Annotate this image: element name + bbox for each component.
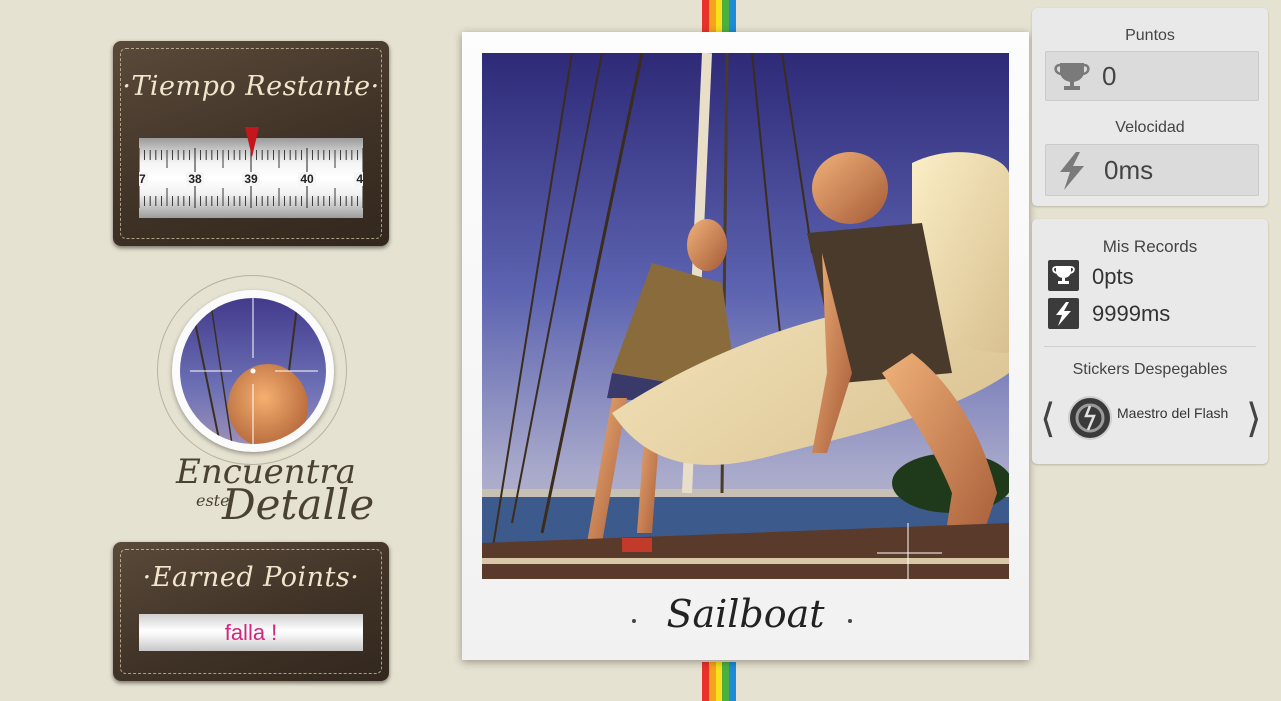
speed-box: 0ms [1045,144,1259,196]
earned-points-title: ·Earned Points· [142,562,360,593]
records-card: Mis Records 0pts 9999ms Stickers Despega… [1032,219,1268,464]
game-photo[interactable] [482,53,1009,579]
ruler-label: 38 [188,172,202,186]
sticker-next-button[interactable]: ⟩ [1246,399,1262,439]
ruler-label: 37 [139,172,146,186]
detail-preview [180,298,326,444]
score-card: Puntos 0 Velocidad 0ms [1032,8,1268,206]
points-label: Puntos [1125,27,1175,44]
speed-label: Velocidad [1115,119,1185,136]
find-detail-title-line3: Detalle [222,480,375,529]
result-message: falla ! [139,614,363,651]
trophy-icon [1048,260,1079,291]
records-title: Mis Records [1102,237,1198,256]
ruler-label: 41 [356,172,363,186]
sticker-badge-icon[interactable] [1068,396,1112,440]
ruler-label: 39 [244,172,258,186]
points-box: 0 [1045,51,1259,101]
ruler-label: 40 [300,172,314,186]
rainbow-stripe-top [702,0,736,32]
stickers-title: Stickers Despegables [1072,361,1228,378]
polaroid-frame: Sailboat [462,32,1029,660]
caption-dot-right [848,619,852,623]
records-divider [1044,346,1256,347]
speed-value: 0ms [1104,155,1154,185]
sticker-name: Maestro del Flash [1117,405,1229,421]
best-points-value: 0pts [1092,264,1134,289]
timer-panel: ·Tiempo Restante· 37 38 39 40 41 [113,41,389,246]
sticker-prev-button[interactable]: ⟨ [1040,399,1056,439]
points-value: 0 [1102,61,1117,91]
lightning-icon [1056,152,1088,195]
timer-title: ·Tiempo Restante· [122,71,380,102]
trophy-icon [1052,61,1092,96]
earned-points-panel: ·Earned Points· falla ! [113,542,389,681]
rainbow-stripe-bottom [702,662,736,701]
timer-needle [245,127,259,157]
photo-caption: Sailboat [666,592,825,636]
lightning-icon [1048,298,1079,329]
best-speed-value: 9999ms [1092,301,1171,326]
